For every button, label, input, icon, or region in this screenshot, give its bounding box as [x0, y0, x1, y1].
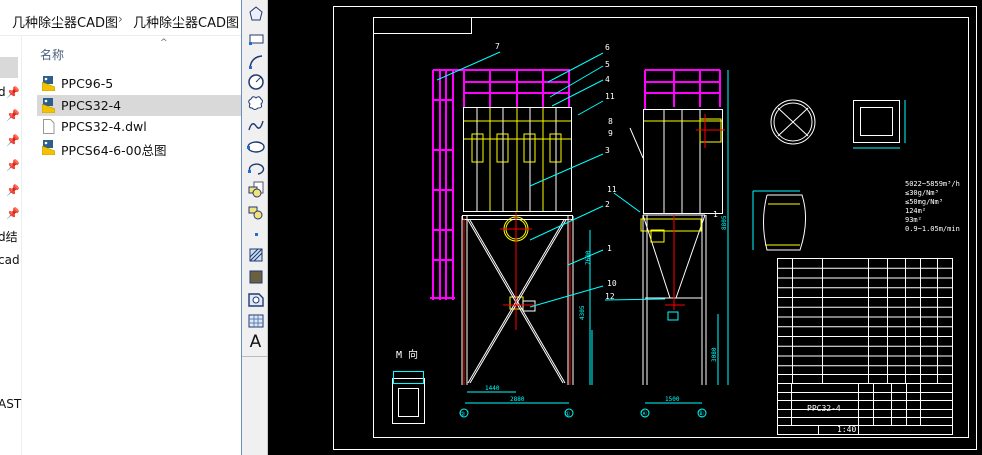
axis-marker: ② [460, 411, 465, 418]
platform-railing [430, 69, 570, 300]
part-label: 8 [608, 117, 613, 126]
part-label: 7 [495, 42, 500, 51]
view-label: M 向 [396, 348, 418, 361]
cad-drawing-canvas[interactable]: 7 6 5 4 11 8 9 3 11 2 1 10 12 1 M 向 1440… [268, 0, 982, 455]
part-label: 11 [605, 92, 615, 101]
part-label: 12 [605, 292, 615, 301]
dimension-text: 7600 [585, 250, 592, 265]
part-label: 1 [607, 244, 612, 253]
dimension-text: 8805 [721, 215, 728, 230]
spec-filter-area: 124m² [905, 207, 926, 215]
dimension-text: 1500 [665, 396, 680, 403]
axis-marker: Ⓐ [641, 410, 647, 418]
reverse-title-box [373, 17, 472, 34]
part-label: 2 [605, 200, 610, 209]
dimension-text: 3080 [711, 347, 718, 362]
part-label: 11 [607, 185, 617, 194]
spec-inlet-concentration: ≤30g/Nm³ [905, 189, 939, 197]
part-label: 3 [605, 146, 610, 155]
part-label: 9 [608, 129, 613, 138]
dimension-text: 2880 [510, 396, 525, 403]
title-block [777, 258, 953, 435]
spec-filter-velocity: 0.9~1.05m/min [905, 225, 960, 233]
part-label: 4 [605, 75, 610, 84]
side-view [604, 69, 729, 418]
part-label: 1 [713, 210, 718, 219]
part-label: 10 [607, 279, 617, 288]
spec-net-area: 93m² [905, 216, 922, 224]
spec-outlet-concentration: ≤50mg/Nm³ [905, 198, 943, 206]
axis-marker: Ⓑ [698, 410, 704, 418]
spec-airflow: 5022~5859m³/h [905, 180, 960, 188]
cad-drawing: 7 6 5 4 11 8 9 3 11 2 1 10 12 1 M 向 1440… [333, 6, 977, 450]
dimension-text: 1440 [485, 385, 500, 392]
part-label: 6 [605, 43, 610, 52]
axis-marker: ① [565, 411, 570, 418]
dimension-text: 4305 [579, 305, 586, 320]
front-view [430, 51, 604, 418]
drawing-scale: 1:40 [837, 425, 856, 434]
part-label: 5 [605, 60, 610, 69]
drawing-number: PPC32-4 [807, 404, 841, 413]
